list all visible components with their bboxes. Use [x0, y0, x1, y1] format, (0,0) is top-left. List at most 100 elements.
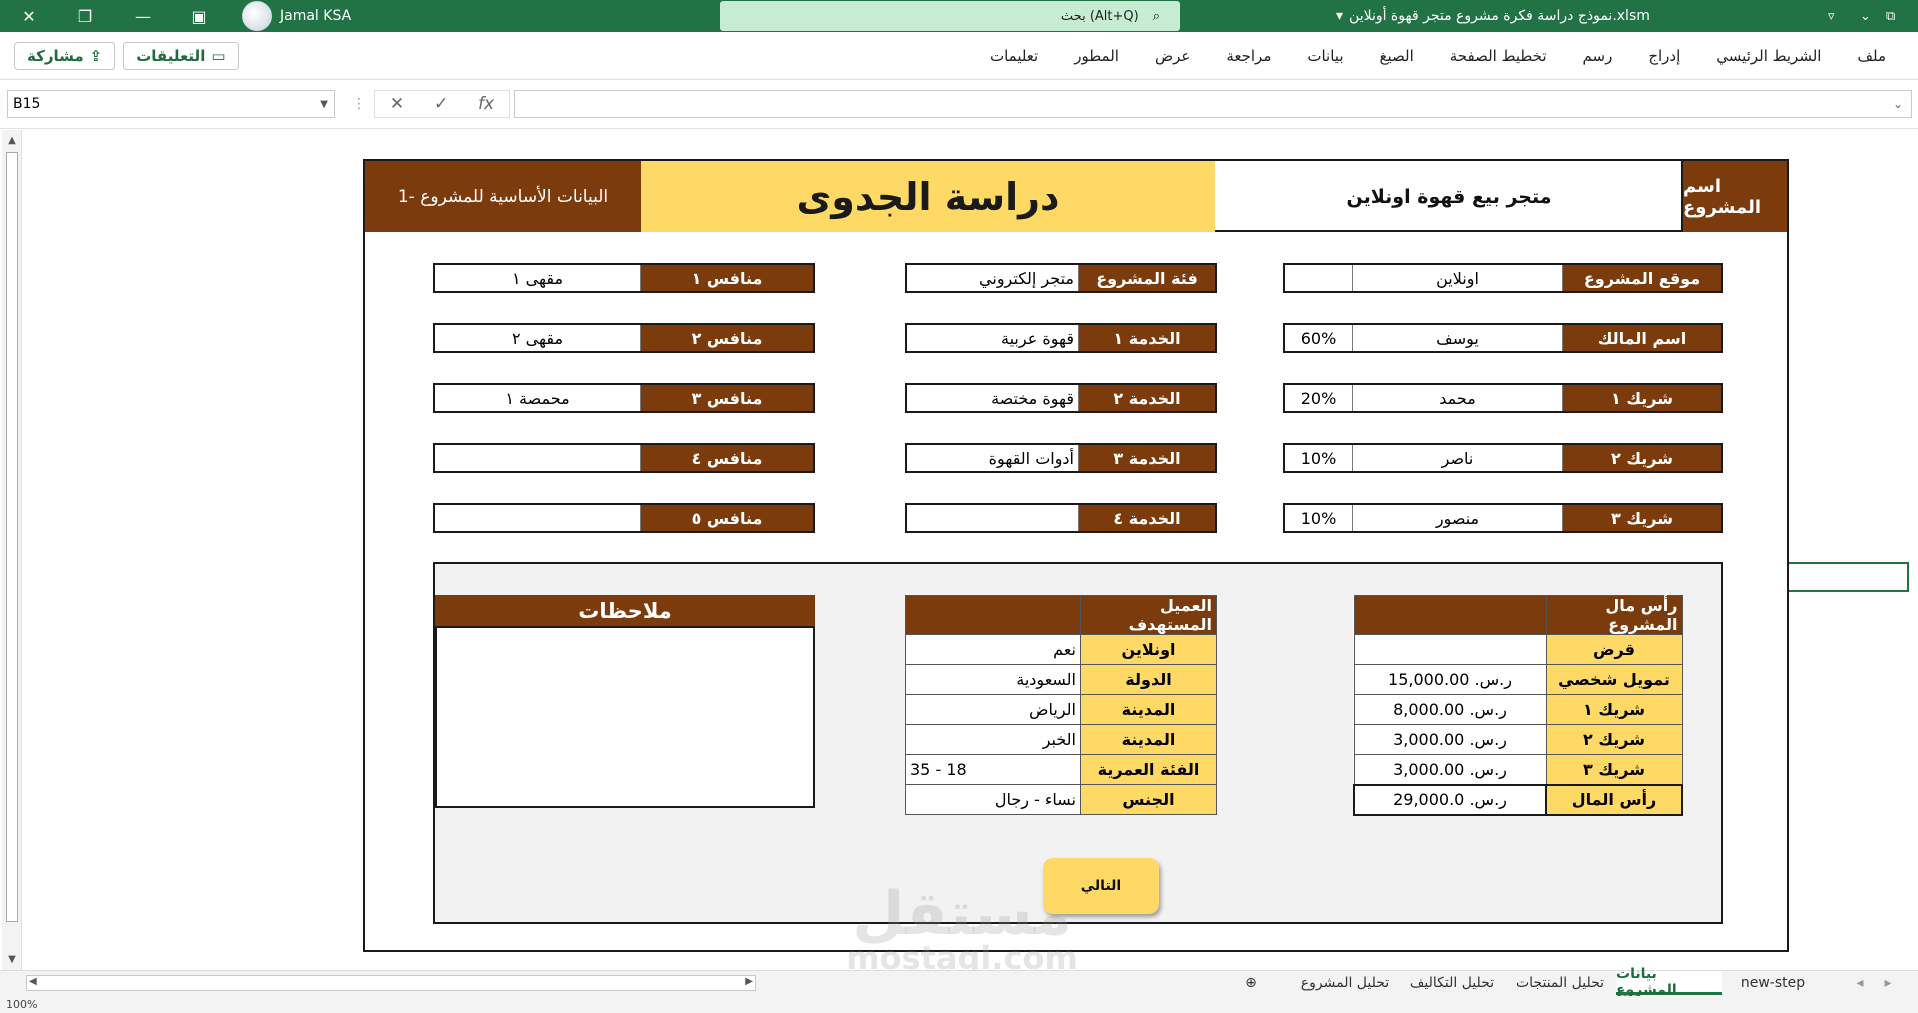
field-service-3[interactable]: أدوات القهوة الخدمة ٣ — [905, 443, 1217, 473]
scroll-right-icon[interactable]: ▶ — [745, 976, 753, 987]
tab-view[interactable]: عرض — [1137, 32, 1208, 80]
field-partner-2[interactable]: 10% ناصر شريك ٢ — [1283, 443, 1723, 473]
notes-area[interactable] — [435, 626, 815, 808]
enter-icon[interactable]: ✓ — [434, 94, 448, 114]
tab-cost-analysis[interactable]: تحليل التكاليف — [1402, 971, 1502, 995]
field-competitor-3[interactable]: محمصة ١ منافس ٣ — [433, 383, 815, 413]
close-icon[interactable]: ✕ — [8, 0, 50, 32]
ribbon-options-icon[interactable]: ▿ — [1828, 0, 1835, 32]
capital-value[interactable]: ر.س. 8,000.00 — [1353, 694, 1547, 725]
user-account[interactable]: Jamal KSA — [242, 0, 351, 32]
capital-value[interactable]: ر.س. 3,000.00 — [1353, 724, 1547, 755]
project-name-value[interactable]: متجر بيع قهوة اونلاين — [1215, 161, 1683, 232]
formula-input[interactable]: ⌄ — [514, 90, 1912, 118]
vertical-scrollbar[interactable]: ▲ ▼ — [2, 130, 22, 970]
comment-icon: ▭ — [211, 47, 226, 65]
table-row[interactable]: شريك ١ ر.س. 8,000.00 — [1353, 694, 1683, 725]
field-partner-3[interactable]: 10% منصور شريك ٣ — [1283, 503, 1723, 533]
chevron-down-icon[interactable]: ⌄ — [1860, 0, 1871, 32]
target-value[interactable]: الخبر — [905, 724, 1081, 755]
prev-sheet-icon[interactable]: ◂ — [1850, 971, 1870, 995]
table-row[interactable]: المدينة الرياض — [905, 694, 1217, 725]
field-pct: 60% — [1285, 325, 1353, 351]
tab-product-analysis[interactable]: تحليل المنتجات — [1508, 971, 1612, 995]
target-value[interactable]: الرياض — [905, 694, 1081, 725]
table-row[interactable]: قرض — [1353, 634, 1683, 665]
field-label: موقع المشروع — [1563, 265, 1721, 291]
target-value[interactable]: نساء - رجال — [905, 784, 1081, 815]
selected-cell[interactable] — [1787, 562, 1909, 592]
zoom-level[interactable]: 100% — [6, 998, 37, 1011]
project-name-label: اسم المشروع — [1681, 161, 1787, 232]
field-owner[interactable]: 60% يوسف اسم المالك — [1283, 323, 1723, 353]
scroll-down-icon[interactable]: ▼ — [5, 952, 19, 966]
next-sheet-icon[interactable]: ▸ — [1878, 971, 1898, 995]
table-row[interactable]: شريك ٢ ر.س. 3,000.00 — [1353, 724, 1683, 755]
table-row[interactable]: الجنس نساء - رجال — [905, 784, 1217, 815]
cancel-icon[interactable]: ✕ — [390, 94, 404, 114]
field-pct — [1285, 265, 1353, 291]
target-value[interactable]: السعودية — [905, 664, 1081, 695]
share-label: مشاركة — [27, 47, 84, 65]
capital-value[interactable]: ر.س. 15,000.00 — [1353, 664, 1547, 695]
ribbon-display-icon[interactable]: ▣ — [178, 0, 220, 32]
chevron-down-icon[interactable]: ⌄ — [1893, 97, 1903, 111]
target-value[interactable]: نعم — [905, 634, 1081, 665]
capital-table: رأس مال المشروع قرض تمويل شخصي ر.س. 15,0… — [1353, 595, 1683, 816]
capital-value[interactable]: ر.س. 3,000.00 — [1353, 754, 1547, 785]
field-competitor-4[interactable]: منافس ٤ — [433, 443, 815, 473]
search-box[interactable]: بحث (Alt+Q) ⌕ — [720, 1, 1180, 31]
feasibility-sheet: البيانات الأساسية للمشروع -1 دراسة الجدو… — [363, 159, 1789, 952]
file-name[interactable]: ▾ نموذج دراسة فكرة مشروع متجر قهوة أونلا… — [1336, 0, 1650, 32]
sheet-tabs-bar: ◀ ▶ ⊕ تحليل المشروع تحليل التكاليف تحليل… — [0, 966, 1918, 998]
horizontal-scrollbar[interactable]: ◀ ▶ — [26, 975, 756, 991]
field-label: الخدمة ١ — [1079, 325, 1215, 351]
tab-page-layout[interactable]: تخطيط الصفحة — [1432, 32, 1565, 80]
field-competitor-2[interactable]: مقهى ٢ منافس ٢ — [433, 323, 815, 353]
table-row[interactable]: اونلاين نعم — [905, 634, 1217, 665]
table-row[interactable]: شريك ٣ ر.س. 3,000.00 — [1353, 754, 1683, 785]
name-box[interactable]: B15 ▼ — [7, 90, 335, 118]
tab-home[interactable]: الشريط الرئيسي — [1698, 32, 1839, 80]
field-service-1[interactable]: قهوة عربية الخدمة ١ — [905, 323, 1217, 353]
tab-data[interactable]: بيانات — [1289, 32, 1361, 80]
capital-value[interactable] — [1353, 634, 1547, 665]
field-label: شريك ٢ — [1563, 445, 1721, 471]
minimize-icon[interactable]: — — [122, 0, 164, 32]
field-partner-1[interactable]: 20% محمد شريك ١ — [1283, 383, 1723, 413]
field-service-2[interactable]: قهوة مختصة الخدمة ٢ — [905, 383, 1217, 413]
tab-project-analysis[interactable]: تحليل المشروع — [1290, 971, 1400, 995]
share-button[interactable]: مشاركة ⇪ — [14, 42, 116, 70]
restore-icon[interactable]: ❐ — [64, 0, 106, 32]
scroll-thumb[interactable] — [6, 152, 18, 922]
tab-project-data[interactable]: بيانات المشروع — [1616, 966, 1722, 998]
field-competitor-5[interactable]: منافس ٥ — [433, 503, 815, 533]
field-label: شريك ٣ — [1563, 505, 1721, 531]
table-row[interactable]: الفئة العمرية 18 - 35 — [905, 754, 1217, 785]
scroll-up-icon[interactable]: ▲ — [5, 133, 19, 147]
field-label: الخدمة ٢ — [1079, 385, 1215, 411]
tab-new-step[interactable]: new-step — [1730, 971, 1816, 995]
tab-help[interactable]: تعليمات — [972, 32, 1056, 80]
tab-formulas[interactable]: الصيغ — [1362, 32, 1432, 80]
fx-icon[interactable]: fx — [478, 94, 494, 114]
field-location[interactable]: اونلاين موقع المشروع — [1283, 263, 1723, 293]
tab-insert[interactable]: إدراج — [1630, 32, 1698, 80]
add-sheet-icon[interactable]: ⊕ — [1236, 971, 1266, 995]
tab-developer[interactable]: المطور — [1056, 32, 1137, 80]
table-row[interactable]: رأس المال ر.س. 29,000.0 — [1353, 783, 1683, 816]
capital-total-value[interactable]: ر.س. 29,000.0 — [1353, 783, 1547, 816]
table-row[interactable]: تمويل شخصي ر.س. 15,000.00 — [1353, 664, 1683, 695]
target-value[interactable]: 18 - 35 — [905, 754, 1081, 785]
tab-draw[interactable]: رسم — [1565, 32, 1631, 80]
field-category[interactable]: متجر إلكتروني فئة المشروع — [905, 263, 1217, 293]
tab-review[interactable]: مراجعة — [1208, 32, 1289, 80]
tab-file[interactable]: ملف — [1839, 32, 1904, 80]
field-competitor-1[interactable]: مقهى ١ منافس ١ — [433, 263, 815, 293]
table-row[interactable]: الدولة السعودية — [905, 664, 1217, 695]
field-service-4[interactable]: الخدمة ٤ — [905, 503, 1217, 533]
comments-button[interactable]: التعليقات ▭ — [123, 42, 239, 70]
scroll-left-icon[interactable]: ◀ — [29, 976, 37, 987]
chevron-down-icon[interactable]: ▼ — [320, 99, 328, 110]
table-row[interactable]: المدينة الخبر — [905, 724, 1217, 755]
